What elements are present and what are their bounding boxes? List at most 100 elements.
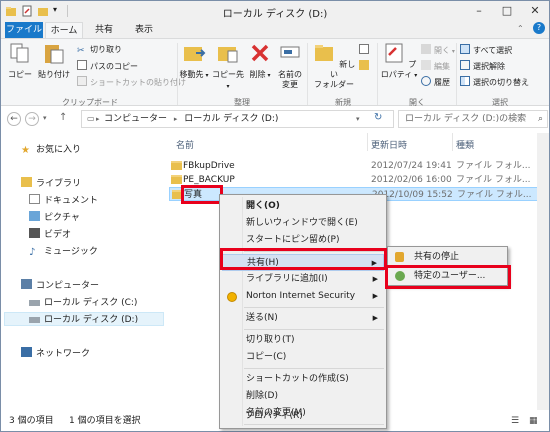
nav-computer[interactable]: コンピューター (21, 279, 99, 293)
nav-network[interactable]: ネットワーク (21, 347, 90, 361)
paste-shortcut-button[interactable]: ショートカットの貼り付け (77, 76, 186, 88)
select-all-button[interactable]: すべて選択 (460, 44, 512, 56)
nav-favorites[interactable]: ★ お気に入り (21, 143, 81, 157)
menu-add-library-label: ライブラリに追加(I) (246, 274, 328, 284)
minimize-icon[interactable]: – (465, 1, 493, 21)
column-header-type[interactable]: 種類 (456, 138, 474, 151)
refresh-icon[interactable]: ↻ (374, 110, 382, 126)
menu-create-shortcut-label: ショートカットの作成(S) (246, 374, 349, 384)
back-arrow-icon[interactable]: ← (7, 112, 21, 126)
ribbon: コピー 貼り付け ✂ 切り取り パスのコピー ショートカットの貼り付け クリップボ… (1, 38, 549, 107)
nav-music[interactable]: ♪ ミュージック (29, 245, 98, 259)
delete-label: 削除 (249, 70, 266, 79)
search-input[interactable]: ローカル ディスク (D:)の検索 ⌕ (398, 110, 548, 128)
copy-button[interactable]: コピー (5, 41, 35, 80)
close-icon[interactable]: ✕ (521, 1, 549, 21)
folder-icon (171, 161, 182, 170)
menu-properties-label: プロパティ(R) (245, 411, 303, 421)
menu-pin-start[interactable]: スタートにピン留め(P) (222, 232, 384, 249)
file-date: 2012/07/24 19:41 (371, 161, 452, 171)
menu-copy[interactable]: コピー(C) (222, 349, 384, 366)
rename-button[interactable]: 名前の 変更 (275, 41, 305, 90)
breadcrumb-disk[interactable]: ローカル ディスク (D:) (184, 114, 278, 124)
help-icon[interactable]: ? (533, 22, 545, 34)
search-icon[interactable]: ⌕ (538, 111, 543, 127)
recent-dropdown-icon[interactable]: ▾ (43, 114, 47, 122)
breadcrumb-computer[interactable]: コンピューター (104, 114, 167, 124)
pictures-icon (29, 211, 40, 221)
file-row[interactable]: FBkupDrive 2012/07/24 19:41 ファイル フォル... (169, 159, 544, 173)
edit-icon (421, 60, 431, 70)
tab-home[interactable]: ホーム (45, 22, 83, 39)
ribbon-separator (377, 43, 378, 105)
new-folder-button[interactable]: 新しい フォルダー (311, 41, 357, 90)
menu-norton[interactable]: Norton Internet Security ▶ (222, 288, 384, 305)
address-bar[interactable]: ▭ ▸ コンピューター ▸ ローカル ディスク (D:) ▾ ↻ (81, 110, 394, 128)
address-dropdown-icon[interactable]: ▾ (356, 111, 360, 127)
rename-icon (280, 46, 300, 58)
tab-file[interactable]: ファイル (5, 22, 43, 39)
copy-path-icon (77, 60, 87, 70)
history-label: 履歴 (434, 78, 450, 87)
column-divider[interactable] (367, 133, 368, 151)
menu-delete[interactable]: 削除(D) (222, 388, 384, 405)
tab-share[interactable]: 共有 (87, 22, 121, 39)
documents-icon (29, 194, 40, 204)
nav-libraries[interactable]: ライブラリ (21, 177, 81, 191)
submenu-stop-sharing[interactable]: 共有の停止 (390, 249, 505, 266)
copy-path-button[interactable]: パスのコピー (77, 60, 138, 72)
nav-documents[interactable]: ドキュメント (29, 194, 98, 208)
menu-separator (244, 329, 384, 330)
menu-create-shortcut[interactable]: ショートカットの作成(S) (222, 371, 384, 388)
menu-open-new-window[interactable]: 新しいウィンドウで開く(E) (222, 215, 384, 232)
select-none-button[interactable]: 選択解除 (460, 60, 505, 72)
move-to-button[interactable]: 移動先 ▾ (179, 41, 209, 81)
maximize-icon[interactable]: □ (493, 1, 521, 21)
details-view-icon[interactable]: ☰ (511, 410, 519, 431)
paste-shortcut-label: ショートカットの貼り付け (90, 78, 186, 87)
vertical-scrollbar[interactable] (537, 133, 549, 410)
column-divider[interactable] (452, 133, 453, 151)
cut-button[interactable]: ✂ 切り取り (77, 44, 122, 56)
breadcrumb-separator-icon: ▸ (173, 115, 178, 123)
videos-icon (29, 228, 40, 238)
nav-pictures[interactable]: ピクチャ (29, 211, 80, 225)
large-icons-view-icon[interactable]: ▦ (529, 410, 538, 431)
properties-button[interactable]: プロパティ ▾ (379, 41, 419, 81)
menu-send-to[interactable]: 送る(N) ▶ (222, 310, 384, 327)
easy-access-icon[interactable] (359, 60, 372, 72)
tab-view[interactable]: 表示 (127, 22, 161, 39)
menu-cut[interactable]: 切り取り(T) (222, 332, 384, 349)
file-date: 2012/02/06 16:00 (371, 175, 452, 185)
nav-disk-c[interactable]: ローカル ディスク (C:) (29, 296, 137, 310)
invert-selection-button[interactable]: 選択の切り替え (460, 76, 529, 88)
column-header-date[interactable]: 更新日時 (371, 138, 407, 151)
title-bar: ▾ ローカル ディスク (D:) – □ ✕ (1, 1, 549, 21)
menu-add-library[interactable]: ライブラリに追加(I) ▶ (222, 271, 384, 288)
column-header-name[interactable]: 名前 (176, 138, 194, 151)
up-arrow-icon[interactable]: ↑ (59, 112, 67, 123)
menu-open-new-window-label: 新しいウィンドウで開く(E) (246, 218, 358, 228)
edit-button[interactable]: 編集 (421, 60, 450, 72)
select-all-icon (460, 44, 470, 54)
select-all-label: すべて選択 (473, 46, 513, 55)
new-item-icon[interactable] (359, 44, 372, 56)
menu-open[interactable]: 開く(O) (222, 198, 384, 215)
nav-videos[interactable]: ビデオ (29, 228, 71, 242)
paste-button[interactable]: 貼り付け (37, 41, 71, 80)
history-button[interactable]: 履歴 (421, 76, 450, 88)
copy-to-button[interactable]: コピー先 ▾ (211, 41, 245, 92)
open-label: 開く (434, 46, 450, 55)
file-type: ファイル フォル... (457, 190, 532, 200)
ribbon-tabs: ファイル ホーム 共有 表示 ⌃ ? (1, 21, 549, 39)
rename-label-2: 変更 (282, 80, 298, 89)
menu-properties[interactable]: プロパティ(R) (221, 408, 383, 425)
computer-icon (21, 279, 32, 289)
nav-disk-d[interactable]: ローカル ディスク (D:) (4, 312, 164, 326)
delete-button[interactable]: 削除 ▾ (247, 41, 273, 81)
file-row[interactable]: PE_BACKUP 2012/02/06 16:00 ファイル フォル... (169, 173, 544, 187)
ribbon-collapse-icon[interactable]: ⌃ (517, 24, 524, 33)
open-button[interactable]: 開く ▾ (421, 44, 455, 56)
forward-arrow-icon[interactable]: → (25, 112, 39, 126)
ribbon-separator (307, 43, 308, 105)
